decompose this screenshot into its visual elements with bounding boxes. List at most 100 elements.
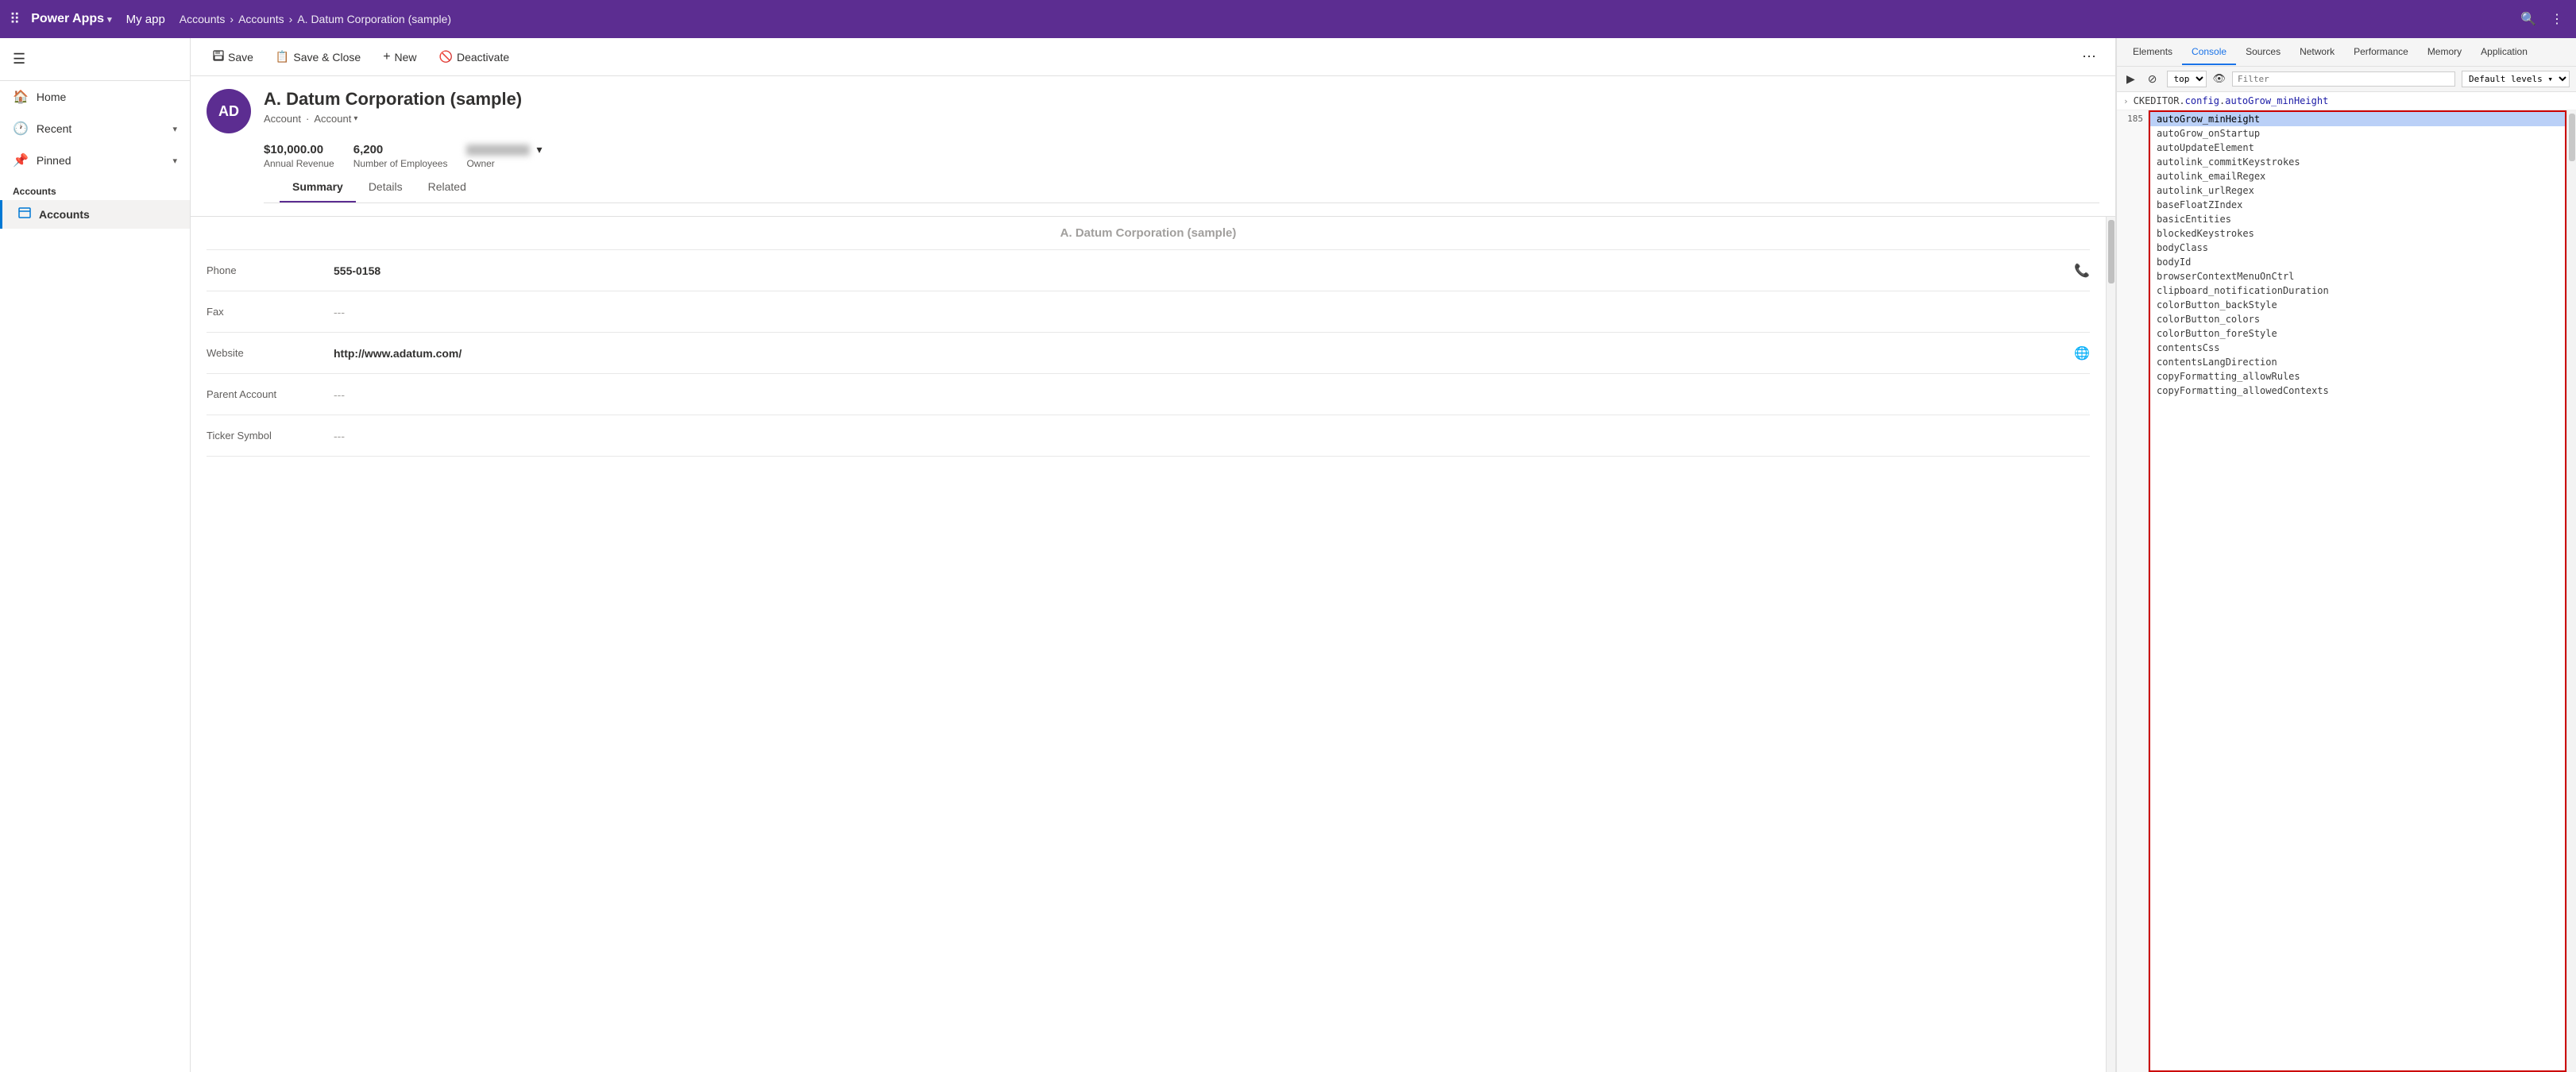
form-title-value: A. Datum Corporation (sample) bbox=[1060, 226, 1237, 240]
parent-account-label: Parent Account bbox=[207, 388, 334, 400]
devtools-tab-memory[interactable]: Memory bbox=[2418, 40, 2471, 65]
toolbar: Save 📋 Save & Close + New 🚫 Deactivate ⋯ bbox=[191, 38, 2115, 76]
owner-chevron-icon[interactable]: ▾ bbox=[536, 143, 542, 156]
brand-name: Power Apps bbox=[31, 12, 104, 26]
autocomplete-list[interactable]: autoGrow_minHeightautoGrow_onStartupauto… bbox=[2149, 110, 2566, 1072]
record-stats: $10,000.00 Annual Revenue 6,200 Number o… bbox=[264, 143, 2099, 172]
breadcrumb-accounts2[interactable]: Accounts bbox=[238, 13, 284, 25]
phone-value[interactable]: 555-0158 bbox=[334, 264, 2068, 277]
website-label: Website bbox=[207, 347, 334, 359]
sidebar-item-home[interactable]: 🏠 Home bbox=[0, 81, 190, 113]
devtools-toolbar: ▶ ⊘ top 👁 Default levels ▾ bbox=[2117, 67, 2576, 92]
devtools-eye-icon[interactable]: 👁 bbox=[2213, 73, 2226, 85]
form-scrollbar[interactable] bbox=[2106, 217, 2115, 1072]
devtools-context-select[interactable]: top bbox=[2167, 71, 2207, 87]
tab-summary[interactable]: Summary bbox=[280, 172, 356, 202]
hamburger-icon[interactable]: ☰ bbox=[0, 44, 190, 74]
devtools-tab-application[interactable]: Application bbox=[2471, 40, 2537, 65]
save-button[interactable]: Save bbox=[203, 45, 263, 68]
save-close-icon: 📋 bbox=[276, 50, 289, 64]
new-button[interactable]: + New bbox=[373, 45, 426, 69]
accounts-icon bbox=[18, 206, 31, 222]
tab-related[interactable]: Related bbox=[415, 172, 479, 202]
autocomplete-item[interactable]: clipboard_notificationDuration bbox=[2150, 283, 2565, 298]
autocomplete-item[interactable]: copyFormatting_allowRules bbox=[2150, 369, 2565, 384]
autocomplete-item[interactable]: colorButton_colors bbox=[2150, 312, 2565, 326]
autocomplete-item[interactable]: autolink_commitKeystrokes bbox=[2150, 155, 2565, 169]
sidebar: ☰ 🏠 Home 🕐 Recent ▾ 📌 Pinned ▾ Accounts … bbox=[0, 38, 191, 1072]
phone-call-icon[interactable]: 📞 bbox=[2074, 263, 2090, 279]
autocomplete-item[interactable]: colorButton_backStyle bbox=[2150, 298, 2565, 312]
autocomplete-item[interactable]: blockedKeystrokes bbox=[2150, 226, 2565, 241]
record-type-selector[interactable]: Account ▾ bbox=[314, 113, 357, 125]
brand-logo[interactable]: Power Apps ▾ bbox=[31, 12, 111, 26]
record-dot: · bbox=[306, 113, 309, 125]
autocomplete-item[interactable]: contentsLangDirection bbox=[2150, 355, 2565, 369]
autocomplete-scrollbar[interactable] bbox=[2566, 110, 2576, 1072]
app-name: My app bbox=[126, 13, 165, 26]
waffle-icon[interactable]: ⠿ bbox=[10, 11, 20, 28]
toolbar-more-icon[interactable]: ⋯ bbox=[2076, 45, 2103, 68]
sidebar-top: ☰ bbox=[0, 38, 190, 81]
deactivate-icon: 🚫 bbox=[439, 50, 453, 64]
autocomplete-item[interactable]: autoGrow_minHeight bbox=[2150, 112, 2565, 126]
autocomplete-item[interactable]: autolink_urlRegex bbox=[2150, 183, 2565, 198]
devtools-tab-sources[interactable]: Sources bbox=[2236, 40, 2290, 65]
record-info: A. Datum Corporation (sample) Account · … bbox=[264, 89, 2099, 125]
autocomplete-item[interactable]: bodyId bbox=[2150, 255, 2565, 269]
form-content-wrapper: A. Datum Corporation (sample) Phone 555-… bbox=[191, 217, 2115, 1072]
devtools-tab-performance[interactable]: Performance bbox=[2344, 40, 2418, 65]
devtools-levels-select[interactable]: Default levels ▾ bbox=[2462, 71, 2570, 87]
account-type-chevron-icon: ▾ bbox=[353, 114, 357, 123]
more-options-icon[interactable]: ⋮ bbox=[2547, 8, 2566, 30]
website-value[interactable]: http://www.adatum.com/ bbox=[334, 347, 2068, 360]
console-expr-prop1: config bbox=[2185, 95, 2219, 106]
devtools-tab-network[interactable]: Network bbox=[2290, 40, 2344, 65]
autocomplete-item[interactable]: autoUpdateElement bbox=[2150, 141, 2565, 155]
tab-details[interactable]: Details bbox=[356, 172, 415, 202]
autocomplete-item[interactable]: basicEntities bbox=[2150, 212, 2565, 226]
owner-value-blurred bbox=[466, 145, 530, 156]
employees-label: Number of Employees bbox=[353, 158, 448, 169]
devtools-run-button[interactable]: ▶ bbox=[2123, 71, 2138, 87]
website-globe-icon[interactable]: 🌐 bbox=[2074, 345, 2090, 361]
deactivate-button[interactable]: 🚫 Deactivate bbox=[430, 45, 519, 68]
breadcrumb-sep2: › bbox=[289, 13, 293, 25]
autocomplete-item[interactable]: browserContextMenuOnCtrl bbox=[2150, 269, 2565, 283]
autocomplete-item[interactable]: colorButton_foreStyle bbox=[2150, 326, 2565, 341]
autocomplete-item[interactable]: copyFormatting_allowedContexts bbox=[2150, 384, 2565, 398]
console-expression[interactable]: CKEDITOR.config.autoGrow_minHeight bbox=[2134, 95, 2329, 106]
deactivate-label: Deactivate bbox=[457, 51, 509, 64]
sidebar-link-accounts[interactable]: Accounts bbox=[0, 200, 190, 229]
search-icon[interactable]: 🔍 bbox=[2517, 8, 2539, 30]
sidebar-item-recent[interactable]: 🕐 Recent ▾ bbox=[0, 113, 190, 145]
owner-label: Owner bbox=[466, 158, 542, 169]
autocomplete-item[interactable]: baseFloatZIndex bbox=[2150, 198, 2565, 212]
new-label: New bbox=[395, 51, 417, 64]
autocomplete-item[interactable]: bodyClass bbox=[2150, 241, 2565, 255]
ticker-symbol-value[interactable]: --- bbox=[334, 430, 2090, 442]
console-content: › CKEDITOR.config.autoGrow_minHeight 185… bbox=[2117, 92, 2576, 1072]
record-type-label1: Account bbox=[264, 113, 301, 125]
record-tabs: Summary Details Related bbox=[264, 172, 2099, 203]
devtools-filter-input[interactable] bbox=[2232, 71, 2455, 87]
devtools-stop-button[interactable]: ⊘ bbox=[2145, 71, 2161, 87]
record-header: AD A. Datum Corporation (sample) Account… bbox=[191, 76, 2115, 217]
record-meta: Account · Account ▾ bbox=[264, 113, 2099, 125]
devtools-tab-console[interactable]: Console bbox=[2182, 40, 2236, 65]
parent-account-value[interactable]: --- bbox=[334, 388, 2090, 401]
autocomplete-item[interactable]: contentsCss bbox=[2150, 341, 2565, 355]
breadcrumb-record: A. Datum Corporation (sample) bbox=[297, 13, 451, 25]
form-record-title: A. Datum Corporation (sample) bbox=[207, 217, 2090, 250]
form-area: A. Datum Corporation (sample) Phone 555-… bbox=[191, 217, 2106, 472]
sidebar-item-pinned[interactable]: 📌 Pinned ▾ bbox=[0, 145, 190, 176]
autocomplete-item[interactable]: autoGrow_onStartup bbox=[2150, 126, 2565, 141]
fax-value[interactable]: --- bbox=[334, 306, 2090, 318]
recent-icon: 🕐 bbox=[13, 121, 29, 137]
recent-chevron-icon: ▾ bbox=[172, 124, 177, 134]
devtools-tab-elements[interactable]: Elements bbox=[2123, 40, 2182, 65]
autocomplete-item[interactable]: autolink_emailRegex bbox=[2150, 169, 2565, 183]
breadcrumb-sep1: › bbox=[230, 13, 234, 25]
save-close-button[interactable]: 📋 Save & Close bbox=[266, 45, 370, 68]
breadcrumb-accounts1[interactable]: Accounts bbox=[180, 13, 226, 25]
